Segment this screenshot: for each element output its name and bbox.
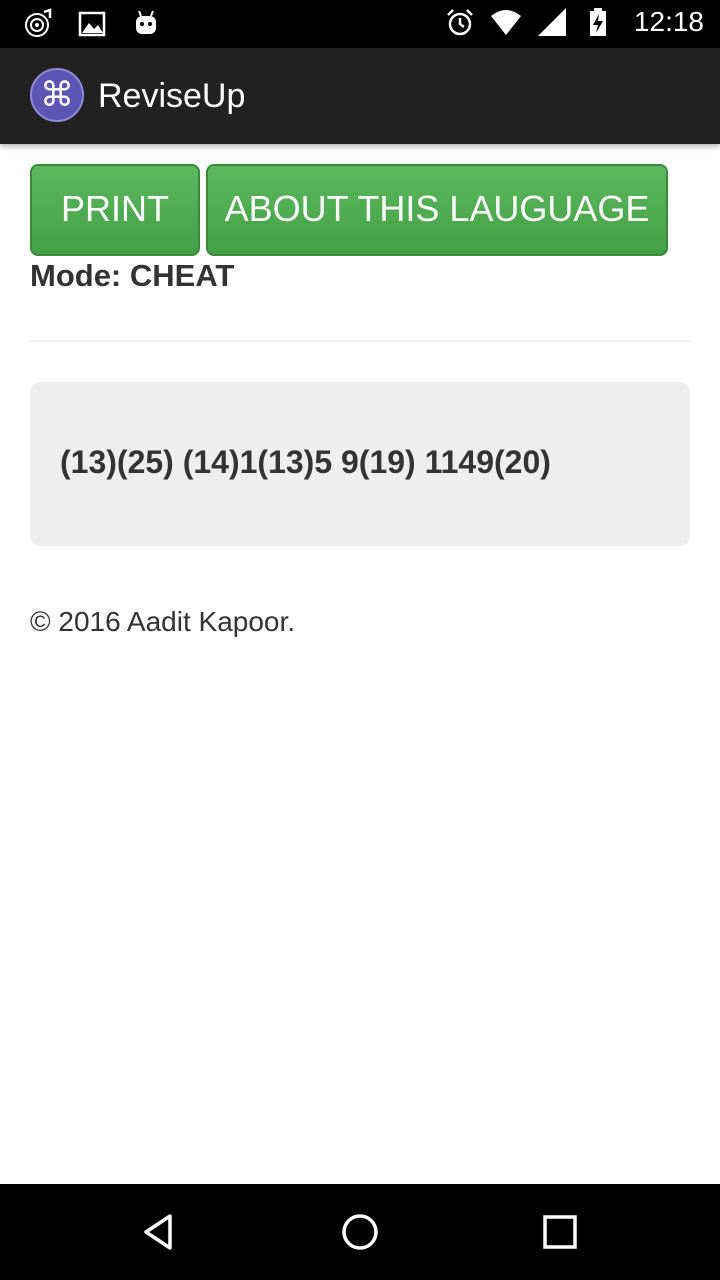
- divider: [30, 340, 690, 342]
- back-icon[interactable]: [136, 1208, 184, 1256]
- system-status-icons: 12:18: [444, 6, 704, 38]
- home-icon[interactable]: [336, 1208, 384, 1256]
- output-well: (13)(25) (14)1(13)5 9(19) 1149(20): [30, 382, 690, 546]
- android-icon: [136, 10, 156, 34]
- cell-signal-icon: [537, 8, 566, 36]
- recents-icon[interactable]: [536, 1208, 584, 1256]
- music-sync-icon: [25, 8, 52, 37]
- output-text: (13)(25) (14)1(13)5 9(19) 1149(20): [60, 444, 551, 480]
- print-button[interactable]: PRINT: [30, 164, 200, 256]
- battery-charging-icon: [589, 8, 606, 36]
- copyright-footer: © 2016 Aadit Kapoor.: [30, 606, 296, 637]
- mode-label: Mode: CHEAT: [30, 258, 235, 293]
- about-language-button[interactable]: ABOUT THIS LAUGUAGE: [206, 164, 668, 256]
- navigation-bar: [0, 1184, 720, 1280]
- action-bar: ⌘ ReviseUp: [0, 48, 720, 144]
- status-bar: 12:18: [0, 0, 720, 48]
- app-title: ReviseUp: [98, 77, 246, 115]
- command-key-icon: ⌘: [30, 68, 84, 122]
- image-icon: [78, 11, 106, 37]
- notification-icons: [22, 8, 162, 40]
- alarm-icon: [447, 9, 473, 36]
- status-time: 12:18: [633, 6, 704, 37]
- wifi-icon: [490, 10, 521, 35]
